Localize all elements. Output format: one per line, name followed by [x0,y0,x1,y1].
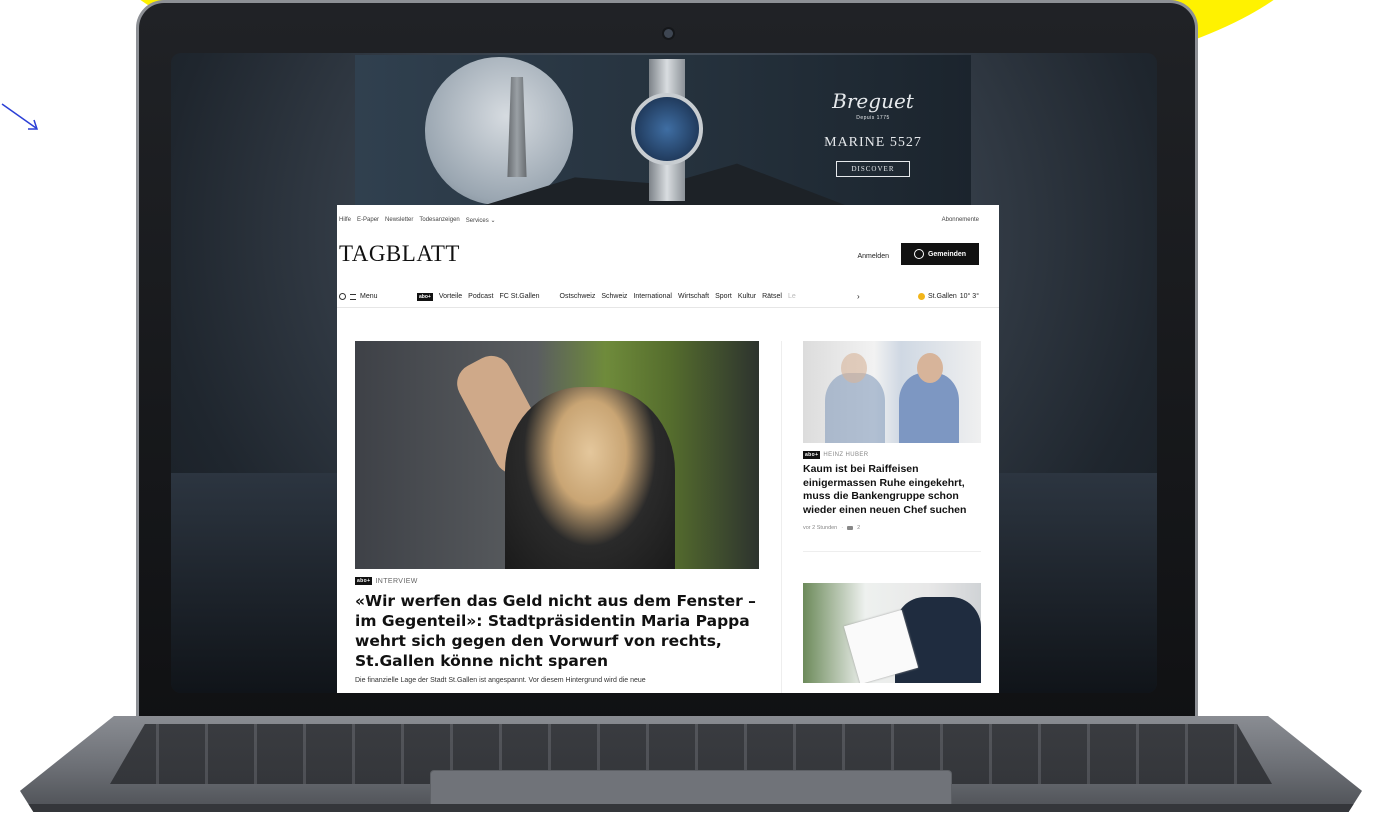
side-article-comments[interactable]: 2 [857,525,860,531]
side-article-photo [803,341,981,443]
nav-item-raetsel[interactable]: Rätsel [762,293,782,301]
main-article-tag-row: abo+ INTERVIEW [355,577,418,585]
abo-plus-badge: abo+ [417,293,433,301]
abo-plus-badge: abo+ [803,451,821,459]
side-article-card[interactable] [803,583,981,693]
arrow-doodle-icon [1,103,39,130]
laptop-screen: Breguet Depuis 1775 MARINE 5527 DISCOVER… [171,53,1157,693]
laptop-lid: Breguet Depuis 1775 MARINE 5527 DISCOVER… [136,0,1198,728]
utility-link-services[interactable]: Services ⌄ [466,217,496,224]
ad-brand-block: Breguet Depuis 1775 MARINE 5527 DISCOVER [793,67,953,177]
column-divider [781,341,782,693]
nav-left: Menu [339,293,394,300]
main-nav: Menu abo+ Vorteile Podcast FC St.Gallen … [337,289,999,308]
join-button[interactable]: Gemeinden [901,243,979,265]
header: TAGBLATT Anmelden Gemeinden [337,237,999,273]
menu-button[interactable]: Menu [360,293,378,300]
utility-bar: Hilfe E-Paper Newsletter Todesanzeigen S… [337,217,999,227]
nav-item-ostschweiz[interactable]: Ostschweiz [560,293,596,301]
nav-item-podcast[interactable]: Podcast [468,293,493,301]
ad-brand-sub: Depuis 1775 [856,115,890,121]
nav-item-sport[interactable]: Sport [715,293,732,301]
nav-item-wirtschaft[interactable]: Wirtschaft [678,293,709,301]
ad-brand-logo: Breguet [832,89,914,113]
webcam-icon [664,29,673,38]
nav-item-international[interactable]: International [633,293,672,301]
nav-item-fc-stgallen[interactable]: FC St.Gallen [499,293,539,301]
side-article-headline[interactable]: Kaum ist bei Raiffeisen einigermassen Ru… [803,463,981,517]
touchpad [430,770,952,807]
nav-items: abo+ Vorteile Podcast FC St.Gallen Ostsc… [417,293,796,301]
chevron-right-icon[interactable]: › [857,292,860,301]
nav-item-schweiz[interactable]: Schweiz [601,293,627,301]
menu-icon[interactable] [350,293,356,300]
ad-moon-image [425,57,573,205]
comment-icon [847,526,854,530]
weather-temps: 10° 3° [959,293,979,300]
website: Hilfe E-Paper Newsletter Todesanzeigen S… [337,205,999,693]
utility-link-epaper[interactable]: E-Paper [357,217,379,224]
abo-plus-badge: abo+ [355,577,373,585]
subscriptions-link[interactable]: Abonnemente [942,217,979,223]
main-article-tag: INTERVIEW [375,577,418,585]
watch-image [631,59,703,201]
login-link[interactable]: Anmelden [857,253,889,260]
chevron-down-icon: ⌄ [490,218,496,224]
main-article-lead: Die finanzielle Lage der Stadt St.Gallen… [355,677,646,684]
main-article-headline[interactable]: «Wir werfen das Geld nicht aus dem Fenst… [355,591,765,671]
side-article-photo [803,583,981,683]
utility-nav: Hilfe E-Paper Newsletter Todesanzeigen S… [339,217,495,224]
search-icon[interactable] [339,293,346,300]
ad-title: MARINE 5527 [824,135,922,150]
side-article-time: vor 2 Stunden [803,525,838,531]
utility-link-obituaries[interactable]: Todesanzeigen [419,217,459,224]
join-button-label: Gemeinden [927,250,967,258]
side-card-divider [803,551,981,552]
main-article-photo[interactable] [355,341,759,569]
ad-discover-button[interactable]: DISCOVER [836,161,910,177]
weather-widget[interactable]: St.Gallen 10° 3° [917,293,979,300]
nav-item-kultur[interactable]: Kultur [738,293,756,301]
ad-banner[interactable]: Breguet Depuis 1775 MARINE 5527 DISCOVER [355,55,971,205]
laptop-base [20,716,1362,812]
utility-link-help[interactable]: Hilfe [339,217,351,224]
site-logo[interactable]: TAGBLATT [339,241,460,267]
side-article-meta: vor 2 Stunden · 2 [803,525,861,531]
side-article-author-row: abo+ HEINZ HUBER [803,451,981,459]
compass-icon [913,249,924,259]
nav-item-vorteile[interactable]: Vorteile [439,293,462,301]
utility-link-newsletter[interactable]: Newsletter [385,217,413,224]
sun-icon [917,293,925,300]
nav-item-faded[interactable]: Le [788,293,796,301]
side-article-author: HEINZ HUBER [823,452,869,458]
side-article-card[interactable]: abo+ HEINZ HUBER Kaum ist bei Raiffeisen… [803,341,981,552]
weather-city: St.Gallen [927,293,957,300]
